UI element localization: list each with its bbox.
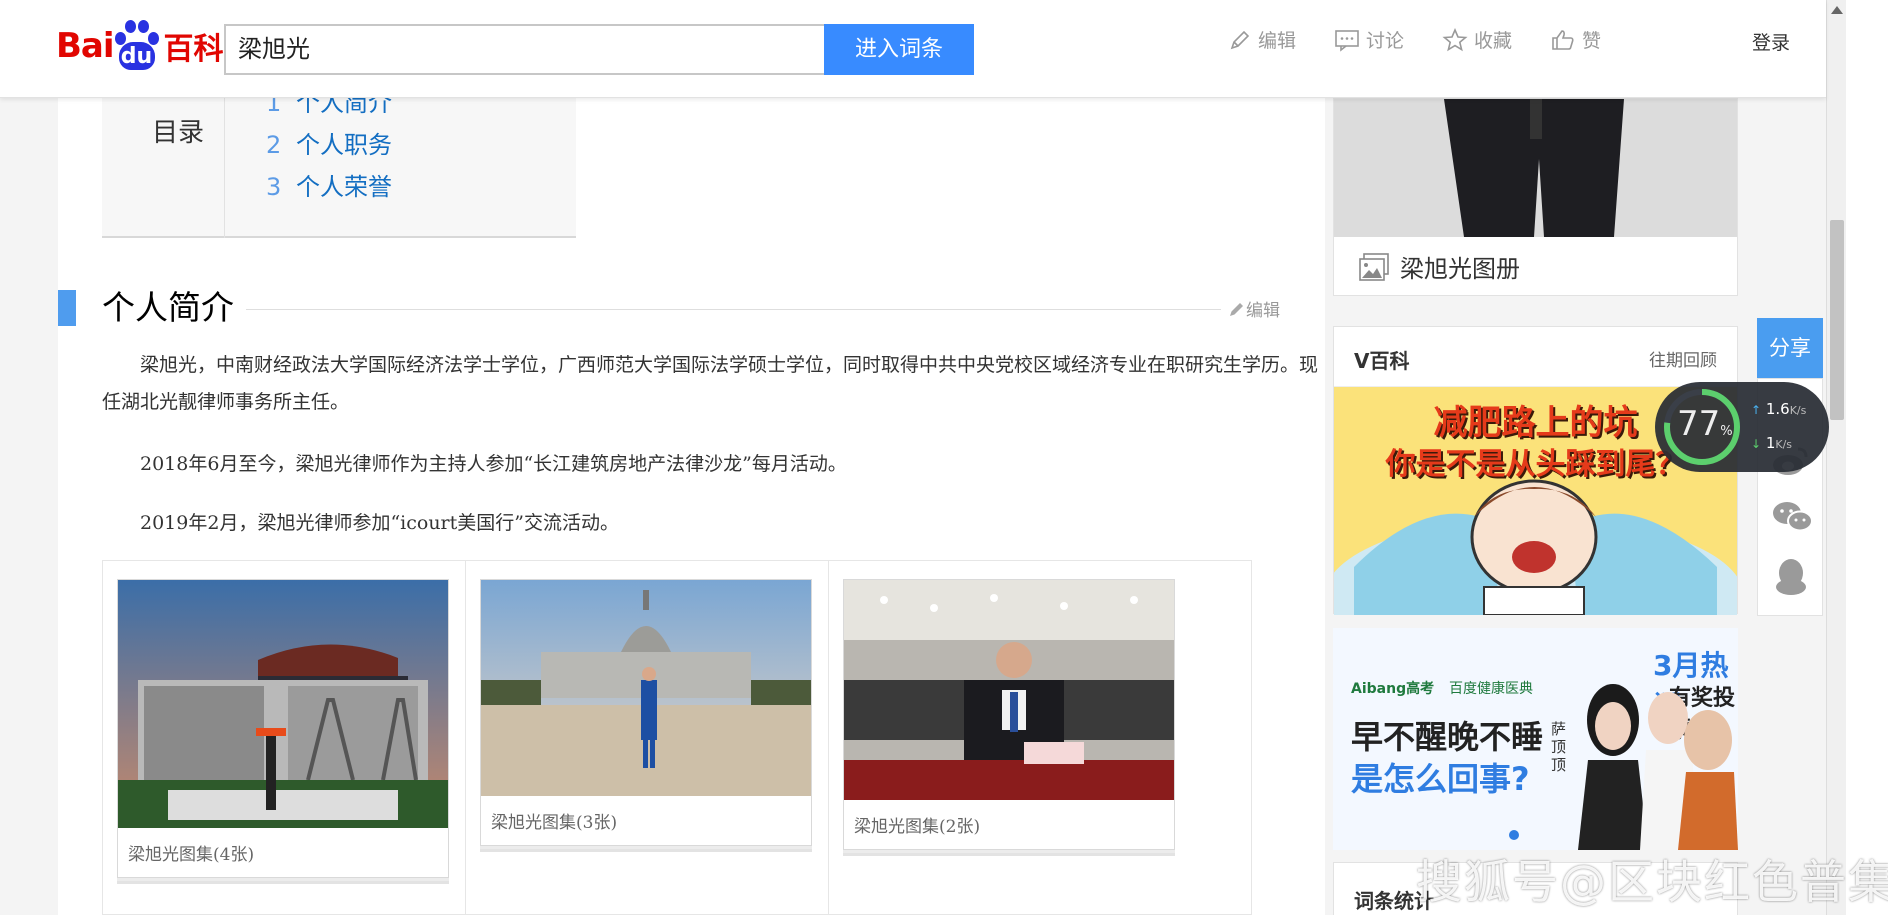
search-input[interactable]: 梁旭光 <box>224 24 826 75</box>
album-photo <box>481 580 811 796</box>
share-button[interactable]: 分享 <box>1757 318 1823 378</box>
album-photo <box>844 580 1174 800</box>
enter-entry-button[interactable]: 进入词条 <box>824 24 974 75</box>
paw-icon: du <box>114 18 159 74</box>
login-link[interactable]: 登录 <box>1752 28 1790 55</box>
album-caption: 梁旭光图集(4张) <box>128 845 255 865</box>
wechat-icon[interactable] <box>1772 499 1814 535</box>
ad-people-image <box>1578 684 1738 850</box>
upload-rate: ↑ 1.6K/s <box>1751 400 1806 418</box>
download-arrow-icon: ↓ <box>1751 437 1762 451</box>
top-action-bar: 编辑 讨论 收藏 赞 <box>1228 26 1639 53</box>
toc-item[interactable]: 2 个人职务 <box>266 124 392 166</box>
download-rate-unit: K/s <box>1775 438 1793 451</box>
pencil-icon <box>1230 302 1243 316</box>
pencil-icon <box>1230 30 1250 49</box>
v-baike-title: V百科 <box>1354 349 1410 373</box>
section-heading: 个人简介 编辑 <box>58 288 1295 328</box>
gallery-icon <box>1359 252 1389 281</box>
logo-baike-text: 百科 <box>163 32 224 67</box>
thumbs-up-icon <box>1552 29 1574 50</box>
ad-line-2: 是怎么回事? <box>1351 760 1530 798</box>
album-link[interactable]: 梁旭光图册 <box>1358 249 1520 284</box>
ad-line-1: 早不醒晚不睡 <box>1351 718 1544 756</box>
toc-item-label: 个人荣誉 <box>296 173 392 201</box>
album-card[interactable]: 梁旭光图册 <box>1333 98 1738 296</box>
like-button[interactable]: 赞 <box>1550 26 1601 53</box>
album-photo <box>118 580 448 828</box>
like-label: 赞 <box>1582 30 1602 52</box>
past-issues-link[interactable]: 往期回顾 <box>1649 346 1717 371</box>
download-rate-value: 1 <box>1765 434 1776 452</box>
toc-item-label: 个人职务 <box>296 131 392 159</box>
section-edit-label: 编辑 <box>1246 301 1280 321</box>
network-speed-widget[interactable]: 77% ↑ 1.6K/s ↓ 1K/s <box>1655 382 1829 472</box>
baidu-baike-logo[interactable]: Bai du 百科 <box>56 18 224 74</box>
gallery-cell: 梁旭光图集(4张) <box>103 561 466 914</box>
favorite-label: 收藏 <box>1474 30 1513 52</box>
usage-percent-value: 77 <box>1677 404 1721 444</box>
watermark-text: 搜狐号@区块红色普集干 <box>1416 855 1888 909</box>
intro-paragraph: 2019年2月，梁旭光律师参加“icourt美国行”交流活动。 <box>140 512 619 534</box>
photo-album[interactable]: 梁旭光图集(4张) <box>117 579 449 878</box>
comment-icon <box>1335 29 1359 52</box>
album-caption: 梁旭光图集(3张) <box>491 813 618 833</box>
upload-arrow-icon: ↑ <box>1751 403 1762 417</box>
toc-item[interactable]: 3 个人荣誉 <box>266 166 392 208</box>
ad-brand-2: 百度健康医典 <box>1449 681 1533 697</box>
carousel-dot[interactable] <box>1509 830 1519 840</box>
promo-banner[interactable]: Aibang高考 百度健康医典 3月热词 有奖投票 早不醒晚不睡 是怎么回事? … <box>1333 628 1738 850</box>
v-baike-header: V百科 往期回顾 <box>1334 327 1737 387</box>
intro-paragraph: 2018年6月至今，梁旭光律师作为主持人参加“长江建筑房地产法律沙龙”每月活动。 <box>140 453 847 475</box>
usage-percent-unit: % <box>1720 424 1733 439</box>
star-icon <box>1442 27 1468 51</box>
section-marker <box>58 290 76 326</box>
album-caption: 梁旭光图集(2张) <box>854 817 981 837</box>
gallery-cell: 梁旭光图集(3张) <box>466 561 829 914</box>
photo-album[interactable]: 梁旭光图集(3张) <box>480 579 812 846</box>
page-viewport: Bai du 百科 梁旭光 进入词条 编辑 讨论 收藏 赞 登录 目录 1 个人… <box>0 0 1888 915</box>
photo-album[interactable]: 梁旭光图集(2张) <box>843 579 1175 850</box>
album-label: 梁旭光图册 <box>1400 255 1520 283</box>
top-header: Bai du 百科 梁旭光 进入词条 编辑 讨论 收藏 赞 登录 <box>0 0 1826 98</box>
logo-bai-text: Bai <box>56 26 115 66</box>
discuss-button[interactable]: 讨论 <box>1334 26 1404 53</box>
toc-item-number: 2 <box>266 131 282 159</box>
v-baike-card: V百科 往期回顾 减肥路上的坑 你是不是从头踩到尾？ <box>1333 326 1738 615</box>
scrollbar-thumb[interactable] <box>1830 220 1844 420</box>
vertical-scrollbar[interactable] <box>1826 0 1846 915</box>
toc-divider <box>224 98 225 238</box>
section-rule <box>246 309 1221 310</box>
usage-percent: 77% <box>1677 404 1733 444</box>
discuss-label: 讨论 <box>1366 30 1405 52</box>
ad-person-name: 萨顶顶 <box>1551 720 1567 774</box>
favorite-button[interactable]: 收藏 <box>1442 26 1512 53</box>
photo-gallery: 梁旭光图集(4张) 梁旭光图集(3张) 梁旭光图集(2张) <box>102 560 1252 915</box>
window-edge <box>1846 0 1888 915</box>
logo-du-text: du <box>118 42 155 70</box>
ad-brand-1: Aibang高考 <box>1351 681 1435 697</box>
toc-item-number: 3 <box>266 173 282 201</box>
intro-paragraph: 梁旭光，中南财经政法大学国际经济法学士学位，广西师范大学国际法学硕士学位，同时取… <box>102 354 1319 413</box>
portrait-photo <box>1334 99 1737 237</box>
section-title: 个人简介 <box>102 288 234 327</box>
scroll-up-arrow-icon[interactable] <box>1831 6 1843 14</box>
edit-label: 编辑 <box>1258 30 1297 52</box>
section-edit-button[interactable]: 编辑 <box>1228 296 1280 321</box>
toc-list: 1 个人简介 2 个人职务 3 个人荣誉 <box>266 82 392 208</box>
edit-button[interactable]: 编辑 <box>1228 26 1296 53</box>
download-rate: ↓ 1K/s <box>1751 434 1792 452</box>
upload-rate-value: 1.6 <box>1765 400 1790 418</box>
main-content: 目录 1 个人简介 2 个人职务 3 个人荣誉 个人简介 编辑 梁旭光，中南财经政法大… <box>58 89 1325 915</box>
qq-icon[interactable] <box>1772 557 1810 597</box>
table-of-contents: 目录 1 个人简介 2 个人职务 3 个人荣誉 <box>102 89 576 238</box>
toc-title: 目录 <box>152 118 205 148</box>
gallery-cell: 梁旭光图集(2张) <box>829 561 1192 914</box>
upload-rate-unit: K/s <box>1789 404 1807 417</box>
